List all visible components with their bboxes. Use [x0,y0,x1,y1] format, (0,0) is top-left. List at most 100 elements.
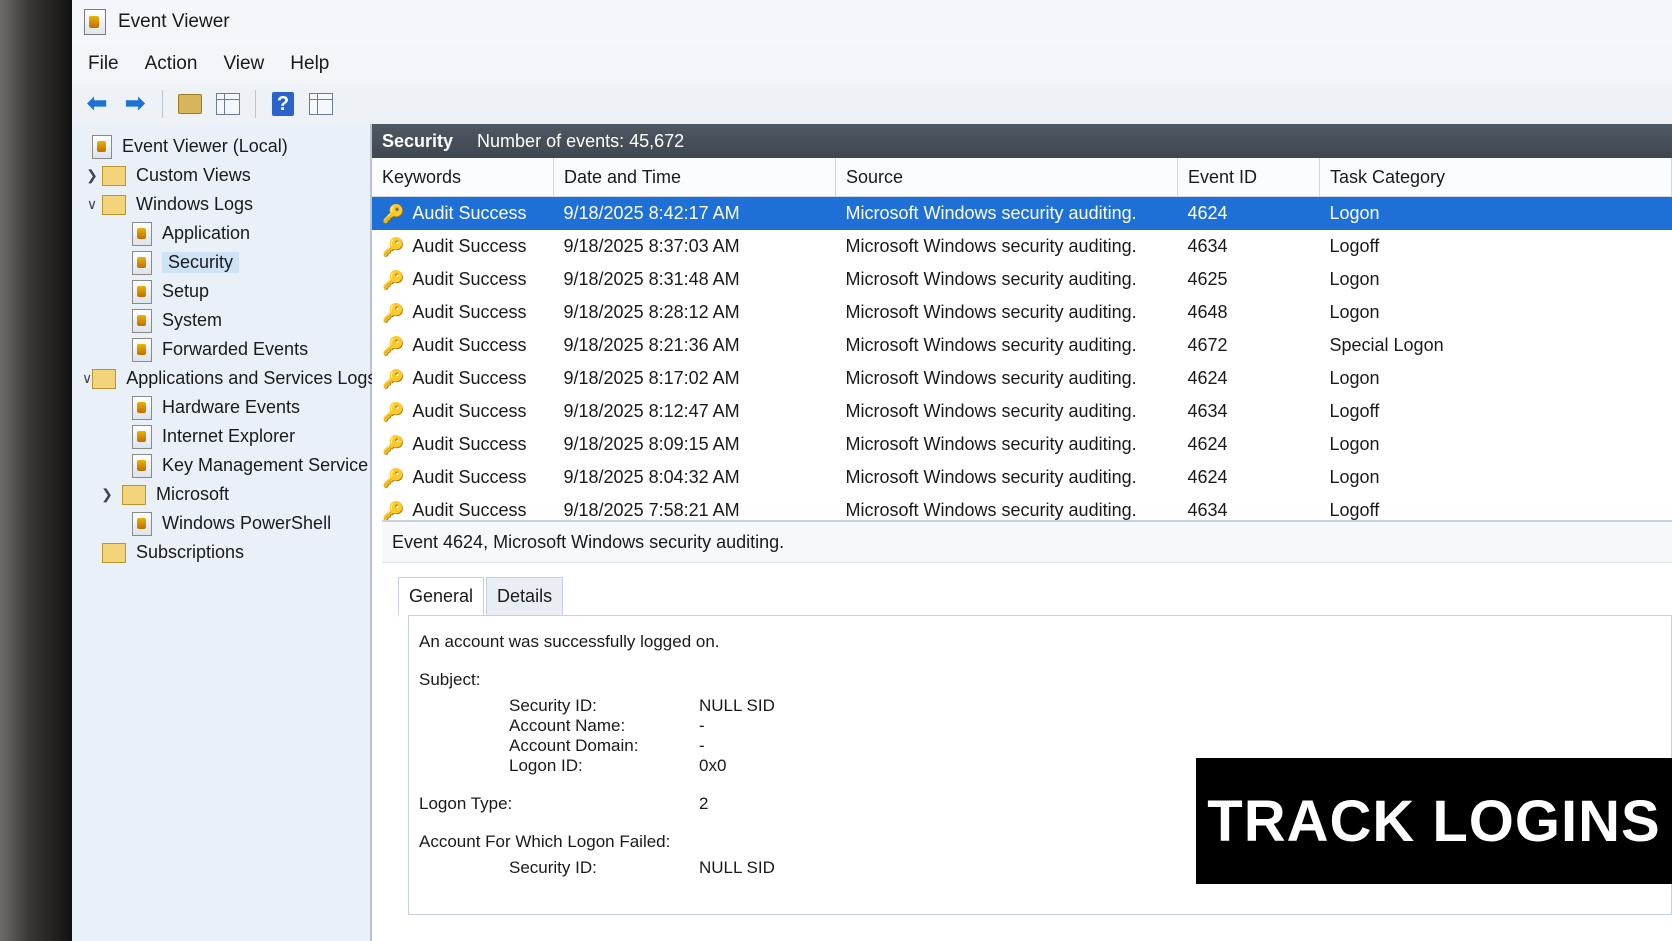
show-hide-tree-button[interactable] [213,89,243,119]
tree-item-applications-services-logs[interactable]: ∨ Applications and Services Logs [72,364,376,393]
subject-label: Subject: [419,670,481,689]
tree-item-label: Event Viewer (Local) [122,136,288,156]
monitor-bezel [0,0,72,941]
tree-item-application[interactable]: Application [72,219,370,248]
table-row[interactable]: 🔑 Audit Success 9/18/2025 8:17:02 AM Micros… [372,362,1672,395]
track-logins-banner: TRACK LOGINS [1196,758,1672,884]
event-viewer-icon [92,134,112,159]
menu-view[interactable]: View [223,53,264,75]
log-icon [132,511,152,536]
event-viewer-icon [84,9,106,35]
cell-task-category: Special Logon [1329,335,1444,355]
cell-task-category: Logon [1319,196,1672,230]
help-icon: ? [272,92,294,116]
table-row[interactable]: 🔑 Audit Success 9/18/2025 8:21:36 AM Micros… [372,329,1672,362]
cell-event-id: 4648 [1187,302,1228,322]
folder-up-icon [178,94,202,114]
cell-source: Microsoft Windows security auditing. [845,434,1137,454]
cell-source: Microsoft Windows security auditing. [845,269,1137,289]
tree-item-windows-powershell[interactable]: Windows PowerShell [72,509,370,538]
keywords-cell-content: 🔑 Audit Success [382,335,553,356]
tree-item-hardware-events[interactable]: Hardware Events [72,393,370,422]
cell-task-category: Logon [1329,467,1380,487]
chevron-right-icon[interactable]: ❯ [92,486,122,503]
cell-task-category: Logoff [1329,401,1380,421]
tree-item-windows-logs[interactable]: ∨ Windows Logs [72,190,370,219]
tab-details[interactable]: Details [486,577,564,615]
back-arrow-icon[interactable]: ⬅ [82,89,112,119]
tree-item-key-management-service[interactable]: Key Management Service [72,451,370,480]
tree-item-setup[interactable]: Setup [72,277,370,306]
log-name: Security [382,130,454,151]
cell-date-time: 9/18/2025 8:12:47 AM [563,401,740,421]
help-button[interactable]: ? [268,89,298,119]
tree-item-forwarded-events[interactable]: Forwarded Events [72,335,370,364]
tab-general[interactable]: General [398,577,485,615]
log-icon [132,308,152,333]
keywords-cell-content: 🔑 Audit Success [382,302,553,323]
chevron-down-icon[interactable]: ∨ [82,196,102,213]
chevron-right-icon[interactable]: ❯ [82,167,102,184]
key-icon: 🔑 [382,368,405,389]
toolbar-separator [255,90,256,118]
table-row[interactable]: 🔑 Audit Success 9/18/2025 8:28:12 AM Micros… [372,296,1672,329]
table-row[interactable]: 🔑 Audit Success 9/18/2025 8:37:03 AM Micros… [372,230,1672,263]
field-key: Account Name: [509,716,626,735]
cell-keywords: 🔑 Audit Success [372,395,554,428]
cell-event-id: 4624 [1177,196,1320,230]
tree-item-label: Key Management Service [162,455,369,475]
tree-item-label: Forwarded Events [162,339,309,359]
menu-action[interactable]: Action [145,53,198,75]
tree-item-internet-explorer[interactable]: Internet Explorer [72,422,370,451]
log-icon [132,395,152,420]
chevron-down-icon[interactable]: ∨ [82,370,92,387]
cell-source: Microsoft Windows security auditing. [845,302,1137,322]
window-title: Event Viewer [118,11,230,32]
menu-help[interactable]: Help [290,53,329,75]
key-icon: 🔑 [382,302,405,323]
column-header-date-time[interactable]: Date and Time [553,158,836,197]
tree-item-security[interactable]: Security [72,248,370,277]
event-count: Number of events: 45,672 [477,130,685,151]
keywords-text: Audit Success [412,236,527,256]
keywords-text: Audit Success [412,500,527,520]
tree-item-system[interactable]: System [72,306,370,335]
cell-date-time: 9/18/2025 8:17:02 AM [563,368,740,388]
table-row[interactable]: 🔑 Audit Success 9/18/2025 8:31:48 AM Micros… [372,263,1672,296]
tree-item-label: Internet Explorer [162,426,296,446]
console-tree-icon [216,93,240,115]
cell-date-time: 9/18/2025 8:28:12 AM [563,302,740,322]
table-row[interactable]: 🔑 Audit Success 9/18/2025 8:04:32 AM Micros… [372,461,1672,494]
column-header-source[interactable]: Source [835,158,1178,197]
key-icon: 🔑 [382,434,405,455]
cell-keywords: 🔑 Audit Success [372,428,554,461]
events-table-body: 🔑 Audit Success 9/18/2025 8:42:17 AM Micros… [372,196,1672,528]
column-header-keywords[interactable]: Keywords [372,158,554,197]
field-key: Security ID: [509,858,597,877]
column-header-event-id[interactable]: Event ID [1177,158,1320,197]
field-value: NULL SID [699,696,775,715]
table-row[interactable]: 🔑 Audit Success 9/18/2025 8:42:17 AM Micros… [372,196,1672,230]
table-row[interactable]: 🔑 Audit Success 9/18/2025 8:12:47 AM Micros… [372,395,1672,428]
table-row[interactable]: 🔑 Audit Success 9/18/2025 8:09:15 AM Micros… [372,428,1672,461]
event-message: An account was successfully logged on. [419,632,720,651]
toolbar: ⬅ ➡ ? [72,84,1672,125]
tree-item-label: Application [162,223,251,243]
forward-arrow-icon[interactable]: ➡ [120,89,150,119]
log-icon [132,337,152,362]
cell-event-id: 4672 [1187,335,1228,355]
menu-file[interactable]: File [88,53,119,75]
cell-keywords: 🔑 Audit Success [372,461,554,494]
tree-item-event-viewer-local[interactable]: Event Viewer (Local) [72,132,370,161]
tree-item-microsoft[interactable]: ❯ Microsoft [72,480,370,509]
field-value: 2 [699,794,709,813]
column-header-task-category[interactable]: Task Category [1319,158,1672,197]
up-folder-button[interactable] [175,89,205,119]
cell-date-time: 9/18/2025 8:31:48 AM [563,269,740,289]
action-pane-button[interactable] [306,89,336,119]
tree-item-subscriptions[interactable]: Subscriptions [72,538,370,567]
title-bar: Event Viewer [72,0,1672,44]
console-tree: Event Viewer (Local) ❯ Custom Views ∨ Wi… [72,124,376,941]
field-value: - [699,736,705,755]
tree-item-custom-views[interactable]: ❯ Custom Views [72,161,370,190]
